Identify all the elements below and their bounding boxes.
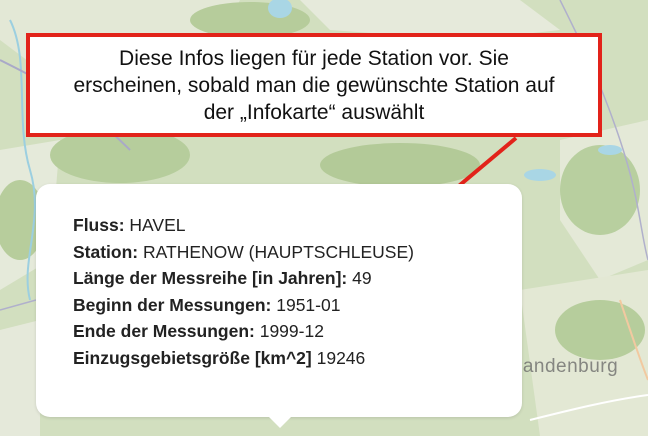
callout-line-2: erscheinen, sobald man die gewünschte St… <box>73 73 555 97</box>
info-label-catchment: Einzugsgebietsgröße [km^2] <box>73 347 312 368</box>
info-label-end: Ende der Messungen: <box>73 321 255 341</box>
info-label-river: Fluss: <box>73 215 125 235</box>
callout-line-1: Diese Infos liegen für jede Station vor.… <box>119 46 509 70</box>
info-value-catchment: 19246 <box>316 347 366 368</box>
info-row-end: Ende der Messungen: 1999-12 <box>73 318 522 345</box>
info-row-catchment: Einzugsgebietsgröße [km^2] 19246 <box>73 345 522 372</box>
info-row-start: Beginn der Messungen: 1951-01 <box>73 292 522 319</box>
info-label-start: Beginn der Messungen: <box>73 294 272 315</box>
info-row-station: Station: RATHENOW (HAUPTSCHLEUSE) <box>73 239 522 266</box>
info-row-river: Fluss: HAVEL <box>73 212 522 239</box>
info-value-river: HAVEL <box>129 215 186 235</box>
info-value-record-length: 49 <box>352 268 372 288</box>
info-value-end: 1999-12 <box>259 321 324 341</box>
popup-pointer <box>262 410 298 428</box>
station-info-popup: Fluss: HAVEL Station: RATHENOW (HAUPTSCH… <box>36 184 522 417</box>
info-value-station: RATHENOW (HAUPTSCHLEUSE) <box>143 241 414 262</box>
info-value-start: 1951-01 <box>276 294 341 315</box>
map-place-label: randenburg <box>516 356 619 377</box>
annotation-callout: Diese Infos liegen für jede Station vor.… <box>26 33 602 137</box>
info-label-record-length: Länge der Messreihe [in Jahren]: <box>73 268 348 288</box>
info-row-record-length: Länge der Messreihe [in Jahren]: 49 <box>73 265 522 292</box>
info-label-station: Station: <box>73 241 139 262</box>
callout-line-3: der „Infokarte“ auswählt <box>203 100 425 124</box>
